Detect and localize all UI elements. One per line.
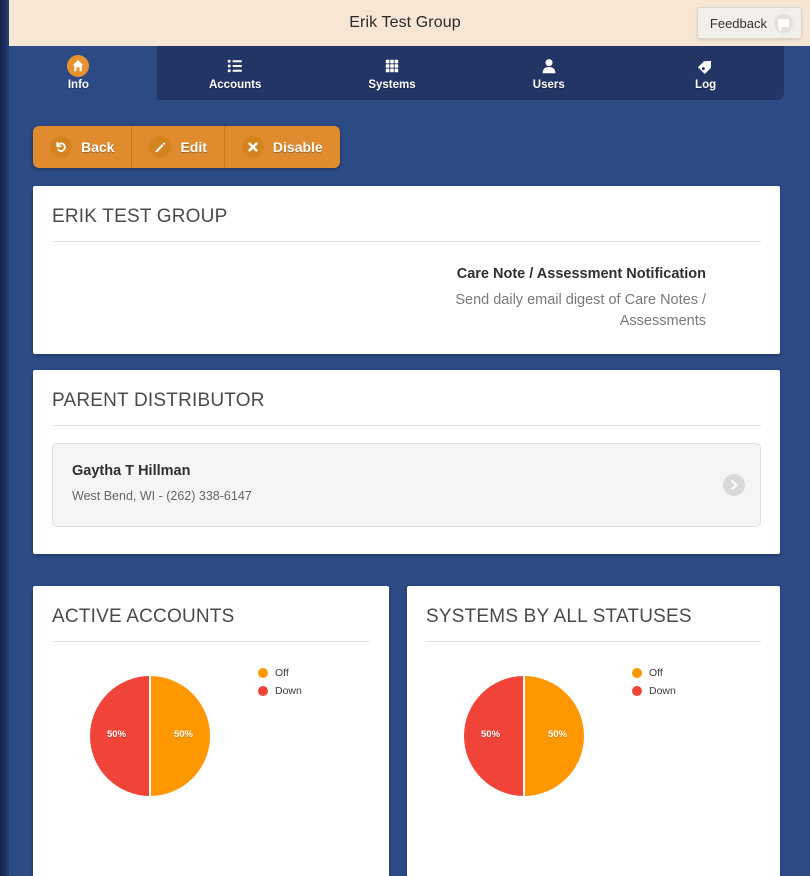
systems-statuses-chart-card: SYSTEMS BY ALL STATUSES 50% 50% Off Down (407, 586, 780, 876)
legend-dot-icon (632, 686, 642, 696)
chart-legend: Off Down (258, 667, 302, 703)
nav-tab-systems[interactable]: Systems (314, 46, 471, 100)
tag-icon (695, 55, 717, 77)
divider (426, 641, 761, 642)
active-accounts-chart-card: ACTIVE ACCOUNTS 50% 50% Off Down (33, 586, 389, 876)
action-button-label: Edit (180, 139, 207, 155)
nav-tab-users[interactable]: Users (470, 46, 627, 100)
nav-tab-info[interactable]: Info (0, 46, 157, 100)
chart-legend: Off Down (632, 667, 676, 703)
action-button-label: Disable (272, 139, 323, 155)
pie-divider (523, 676, 525, 796)
pie-divider (149, 676, 151, 796)
pie-graphic: 50% 50% (464, 676, 584, 796)
parent-distributor-row[interactable]: Gaytha T Hillman West Bend, WI - (262) 3… (52, 443, 761, 527)
home-icon (67, 54, 90, 77)
disable-button[interactable]: Disable (225, 126, 340, 168)
pie-slice-label-down: 50% (107, 729, 127, 740)
feedback-button-label: Feedback (709, 15, 767, 31)
nav-tab-label: Users (532, 78, 565, 91)
pie-chart-systems-statuses: 50% 50% Off Down (407, 664, 780, 844)
top-header-bar: Erik Test Group Feedback (0, 0, 810, 46)
nav-tab-accounts[interactable]: Accounts (157, 46, 314, 100)
feedback-button[interactable]: Feedback (696, 7, 802, 39)
grid-icon (381, 55, 403, 77)
legend-label: Down (275, 685, 302, 697)
info-card: ERIK TEST GROUP Care Note / Assessment N… (33, 186, 780, 354)
divider (52, 425, 761, 426)
chevron-right-icon[interactable] (723, 474, 745, 496)
legend-dot-icon (258, 686, 268, 696)
nav-tab-log[interactable]: Log (627, 46, 784, 100)
speech-bubble-icon (774, 13, 793, 33)
page-left-shadow (0, 0, 9, 876)
edit-button[interactable]: Edit (132, 126, 225, 168)
pie-slice-label-off: 50% (547, 729, 567, 740)
chart-title: ACTIVE ACCOUNTS (52, 606, 235, 627)
legend-label: Off (649, 667, 663, 679)
divider (52, 641, 370, 642)
legend-item-down[interactable]: Down (258, 685, 302, 697)
legend-item-off[interactable]: Off (258, 667, 302, 679)
person-icon (538, 55, 560, 77)
legend-dot-icon (632, 668, 642, 678)
pencil-icon (149, 136, 172, 158)
back-button[interactable]: Back (33, 126, 133, 168)
list-icon (224, 55, 246, 77)
parent-distributor-name: Gaytha T Hillman (72, 463, 191, 479)
action-button-label: Back (81, 139, 115, 155)
legend-item-off[interactable]: Off (632, 667, 676, 679)
info-card-title: ERIK TEST GROUP (52, 206, 228, 227)
legend-label: Off (275, 667, 289, 679)
nav-tab-label: Systems (368, 78, 416, 91)
parent-distributor-title: PARENT DISTRIBUTOR (52, 390, 265, 411)
legend-item-down[interactable]: Down (632, 685, 676, 697)
page-title: Erik Test Group (349, 14, 461, 31)
nav-tab-label: Info (67, 78, 89, 91)
parent-distributor-detail: West Bend, WI - (262) 338-6147 (72, 489, 252, 503)
main-navigation-bar: Info Accounts Systems Users Log (0, 46, 784, 100)
x-mark-icon (241, 136, 264, 158)
legend-label: Down (649, 685, 676, 697)
nav-tab-label: Accounts (208, 78, 262, 91)
pie-slice-label-down: 50% (481, 729, 501, 740)
pie-slice-label-off: 50% (173, 729, 193, 740)
nav-tab-label: Log (695, 78, 717, 91)
legend-dot-icon (258, 668, 268, 678)
info-card-body: Care Note / Assessment Notification Send… (33, 242, 780, 332)
parent-distributor-card: PARENT DISTRIBUTOR Gaytha T Hillman West… (33, 370, 780, 554)
undo-arrow-icon (50, 136, 72, 158)
care-note-setting-label: Care Note / Assessment Notification (456, 266, 706, 282)
care-note-setting-value: Send daily email digest of Care Notes / … (455, 292, 706, 329)
pie-graphic: 50% 50% (90, 676, 210, 796)
pie-chart-active-accounts: 50% 50% Off Down (33, 664, 389, 844)
chart-title: SYSTEMS BY ALL STATUSES (426, 606, 692, 627)
action-button-group: Back Edit Disable (33, 126, 340, 168)
